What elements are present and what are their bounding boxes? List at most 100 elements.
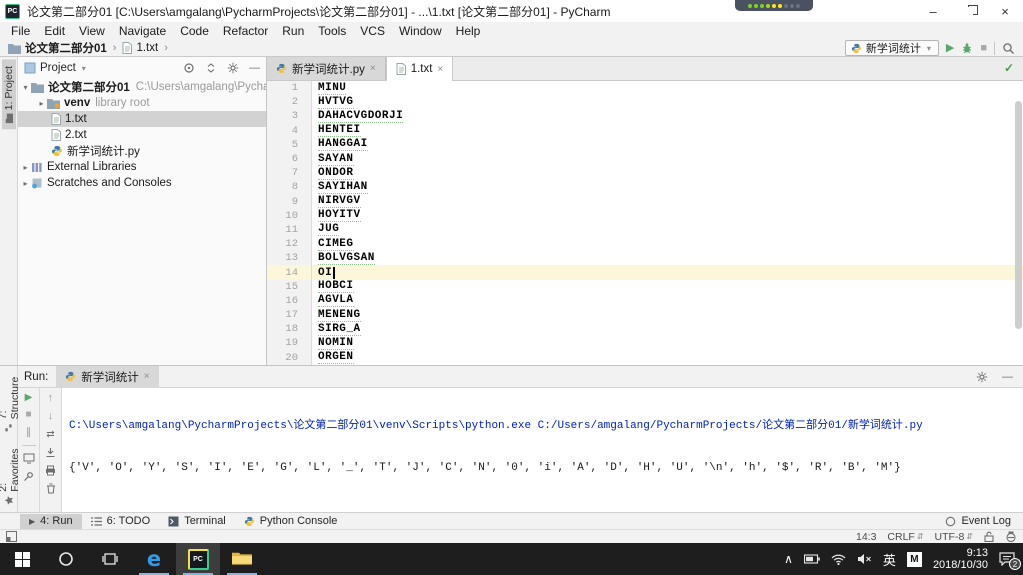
pycharm-taskbar-button[interactable]: PC	[176, 543, 220, 575]
python-file-icon	[52, 146, 62, 156]
run-console-tab[interactable]: 新学词统计 ×	[56, 365, 159, 388]
menu-code[interactable]: Code	[173, 24, 216, 38]
tool-tab-run[interactable]: ▶ 4: Run	[20, 513, 82, 529]
volume-muted-icon[interactable]	[857, 553, 872, 565]
run-console-output[interactable]: C:\Users\amgalang\PycharmProjects\论文第二部分…	[62, 388, 1023, 512]
tool-window-switcher-icon[interactable]	[6, 531, 17, 542]
soft-wrap-button[interactable]: ⇄	[46, 429, 54, 440]
edge-taskbar-button[interactable]: e	[132, 543, 176, 575]
tree-item-project-root[interactable]: ▾ 论文第二部分01 C:\Users\amgalang\PycharmProj…	[18, 79, 266, 95]
menu-help[interactable]: Help	[449, 24, 488, 38]
debug-button[interactable]	[961, 42, 973, 54]
pause-output-button[interactable]: ∥	[26, 427, 31, 438]
line-number: 4	[267, 123, 312, 138]
gear-icon[interactable]	[227, 62, 239, 74]
event-log-button[interactable]: Event Log	[945, 515, 1011, 527]
expander-icon[interactable]: ▸	[20, 163, 31, 172]
tree-item-scratches[interactable]: ▸ Scratches and Consoles	[18, 175, 266, 191]
editor-content[interactable]: 1 MINU 2 HVTVG 3 DAHACVGDORJI 4 HENTEI 5 HANG…	[267, 81, 1023, 365]
tree-item-external-libraries[interactable]: ▸ External Libraries	[18, 159, 266, 175]
breadcrumb-file[interactable]: 1.txt	[136, 42, 158, 54]
expander-icon[interactable]: ▸	[20, 179, 31, 188]
up-stack-trace-button[interactable]: ↑	[48, 393, 54, 404]
cortana-icon	[59, 552, 73, 566]
editor-line: 16 AGVLA	[267, 293, 1023, 308]
ime-mode-indicator[interactable]: M	[906, 551, 922, 567]
taskbar-clock[interactable]: 9:13 2018/10/30	[933, 547, 988, 572]
stop-button[interactable]: ■	[980, 42, 987, 54]
explorer-taskbar-button[interactable]	[220, 543, 264, 575]
editor-tab-python[interactable]: 新学词统计.py ×	[267, 57, 386, 80]
breadcrumb: 论文第二部分01 › 1.txt ›	[8, 40, 170, 56]
menu-tools[interactable]: Tools	[311, 24, 353, 38]
breadcrumb-project[interactable]: 论文第二部分01	[25, 40, 107, 56]
battery-icon[interactable]	[803, 554, 820, 564]
encoding-select[interactable]: UTF-8 ⇵	[935, 531, 973, 543]
menu-window[interactable]: Window	[392, 24, 449, 38]
inspections-profile-icon[interactable]	[1005, 531, 1017, 542]
caret-position[interactable]: 14:3	[856, 531, 876, 543]
tool-tab-favorites[interactable]: 2: Favorites	[0, 438, 22, 512]
close-icon[interactable]: ×	[370, 63, 376, 74]
menu-file[interactable]: File	[4, 24, 37, 38]
scroll-to-end-icon[interactable]	[45, 447, 56, 458]
minimize-button[interactable]: –	[915, 0, 951, 22]
hide-panel-button[interactable]: —	[249, 62, 260, 74]
tool-tab-project[interactable]: 1: Project	[1, 59, 16, 130]
print-icon[interactable]	[45, 465, 56, 476]
ime-language-indicator[interactable]: 英	[883, 550, 896, 569]
project-view-dropdown[interactable]: Project	[40, 62, 76, 74]
editor-scrollbar[interactable]	[1015, 101, 1022, 329]
tool-tab-structure[interactable]: 7: Structure	[0, 366, 22, 438]
gear-icon[interactable]	[976, 371, 988, 383]
tool-tab-terminal[interactable]: Terminal	[159, 514, 235, 529]
run-configuration-select[interactable]: 新学词统计 ▾	[844, 40, 939, 56]
expander-icon[interactable]: ▸	[36, 99, 47, 108]
restore-button[interactable]	[951, 0, 987, 22]
menu-navigate[interactable]: Navigate	[112, 24, 173, 38]
menu-edit[interactable]: Edit	[37, 24, 72, 38]
cortana-search-button[interactable]	[44, 543, 88, 575]
collapse-all-icon[interactable]	[205, 62, 217, 74]
start-button[interactable]	[0, 543, 44, 575]
restore-layout-icon[interactable]	[23, 453, 35, 464]
close-icon[interactable]: ×	[144, 371, 150, 382]
tool-tab-python-console[interactable]: Python Console	[235, 514, 347, 529]
tree-item-venv[interactable]: ▸ venv library root	[18, 95, 266, 111]
stop-button[interactable]: ■	[25, 410, 31, 420]
tree-item-1txt[interactable]: 1.txt	[18, 111, 266, 127]
bug-icon	[963, 43, 972, 54]
tree-item-2txt[interactable]: 2.txt	[18, 127, 266, 143]
inspections-ok-icon[interactable]: ✓	[1004, 61, 1014, 75]
menu-refactor[interactable]: Refactor	[216, 24, 275, 38]
hide-panel-button[interactable]: —	[1002, 371, 1013, 383]
editor-tab-1txt[interactable]: 1.txt ×	[385, 57, 454, 81]
editor-line: 19 NOMIN	[267, 336, 1023, 351]
pin-icon[interactable]	[23, 471, 34, 482]
tree-item-python-file[interactable]: 新学词统计.py	[18, 143, 266, 159]
menu-run[interactable]: Run	[275, 24, 311, 38]
task-view-button[interactable]	[88, 543, 132, 575]
tray-expand-chevron[interactable]: ∧	[784, 552, 793, 566]
trash-icon[interactable]	[46, 483, 56, 494]
line-text: JUG	[318, 223, 340, 237]
lock-icon[interactable]	[984, 531, 994, 542]
rerun-button[interactable]: ▶	[25, 393, 33, 403]
run-button[interactable]: ▶	[946, 42, 954, 54]
line-separator-select[interactable]: CRLF ⇵	[887, 531, 923, 543]
wifi-icon[interactable]	[831, 554, 846, 565]
menu-view[interactable]: View	[72, 24, 112, 38]
star-icon	[4, 496, 13, 505]
down-stack-trace-button[interactable]: ↓	[48, 411, 54, 422]
locate-file-icon[interactable]	[183, 62, 195, 74]
text-file-icon	[122, 42, 133, 54]
action-center-button[interactable]: 2	[999, 552, 1021, 570]
expander-icon[interactable]: ▾	[20, 83, 31, 92]
close-button[interactable]: ×	[987, 0, 1023, 22]
search-everywhere-button[interactable]	[1002, 42, 1015, 55]
tool-tab-todo[interactable]: 6: TODO	[82, 514, 160, 529]
event-log-icon	[946, 516, 956, 526]
menu-vcs[interactable]: VCS	[353, 24, 392, 38]
close-icon[interactable]: ×	[437, 64, 443, 75]
python-icon	[66, 371, 76, 382]
